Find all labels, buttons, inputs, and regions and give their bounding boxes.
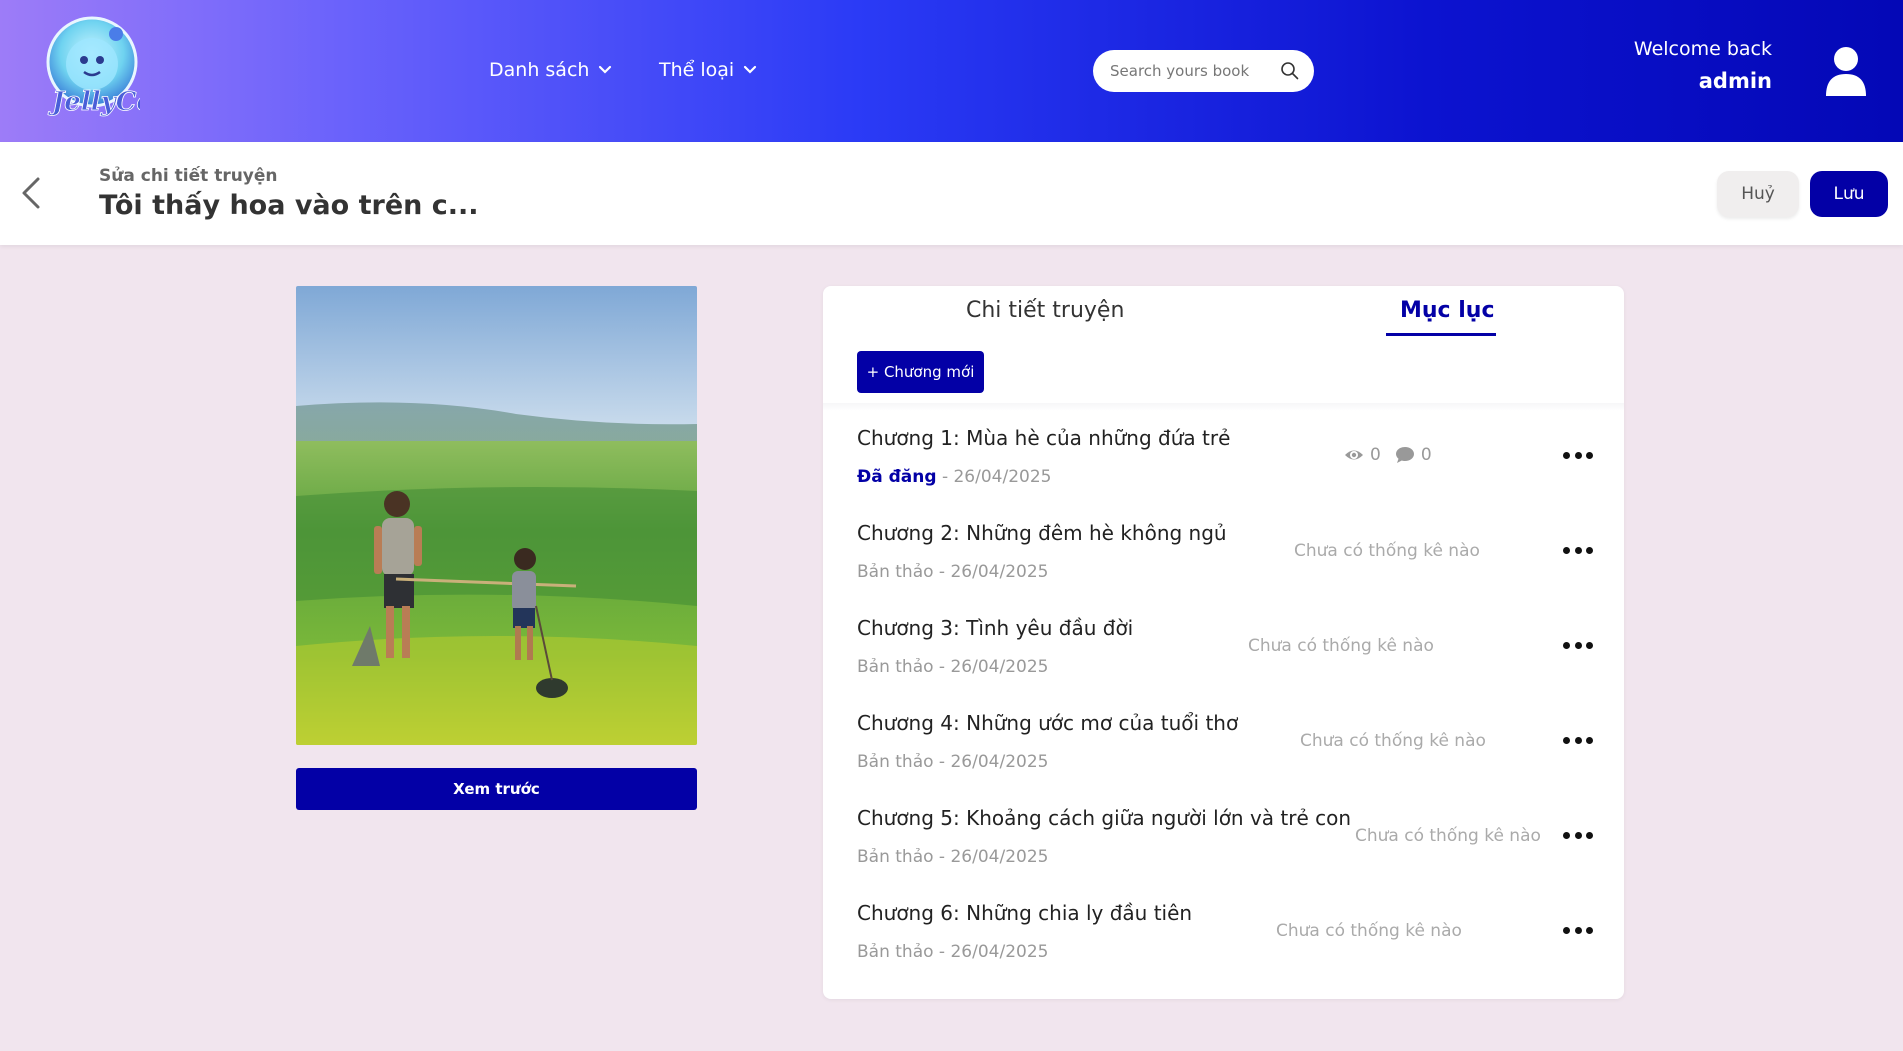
preview-button[interactable]: Xem trước xyxy=(296,768,697,810)
more-options-icon[interactable] xyxy=(1563,920,1593,940)
chapter-date: - 26/04/2025 xyxy=(936,467,1052,487)
chapter-no-stats: Chưa có thống kê nào xyxy=(1294,541,1480,561)
chapter-comments: 0 xyxy=(1420,445,1432,465)
svg-text:JellyCo: JellyCo xyxy=(47,87,140,117)
story-panel: Chi tiết truyện Mục lục + Chương mới Chư… xyxy=(823,286,1624,999)
welcome-block: Welcome back admin xyxy=(1634,38,1772,93)
chapter-row[interactable]: Chương 5: Khoảng cách giữa người lớn và … xyxy=(823,806,1624,901)
more-options-icon[interactable] xyxy=(1563,825,1593,845)
chapter-no-stats: Chưa có thống kê nào xyxy=(1248,636,1434,656)
comment-icon xyxy=(1395,447,1414,463)
more-options-icon[interactable] xyxy=(1563,635,1593,655)
chapter-date: - 26/04/2025 xyxy=(933,942,1049,962)
chapter-title[interactable]: Chương 5: Khoảng cách giữa người lớn và … xyxy=(857,806,1351,830)
chapter-date: - 26/04/2025 xyxy=(933,752,1049,772)
chapter-title[interactable]: Chương 3: Tình yêu đầu đời xyxy=(857,616,1133,640)
cancel-button[interactable]: Huỷ xyxy=(1717,171,1799,217)
chapter-no-stats: Chưa có thống kê nào xyxy=(1300,731,1486,751)
save-button[interactable]: Lưu xyxy=(1810,171,1888,217)
chapter-title[interactable]: Chương 1: Mùa hè của những đứa trẻ xyxy=(857,426,1230,450)
chapter-meta: Bản thảo - 26/04/2025 xyxy=(857,752,1048,772)
chapter-meta: Bản thảo - 26/04/2025 xyxy=(857,847,1048,867)
chapter-row[interactable]: Chương 2: Những đêm hè không ngủ Bản thả… xyxy=(823,521,1624,616)
chapter-status: Bản thảo xyxy=(857,942,934,962)
more-options-icon[interactable] xyxy=(1563,730,1593,750)
chapter-row[interactable]: Chương 1: Mùa hè của những đứa trẻ Đã đă… xyxy=(823,426,1624,521)
search-input[interactable] xyxy=(1110,62,1270,80)
active-tab-indicator xyxy=(1386,333,1496,336)
chapter-meta: Bản thảo - 26/04/2025 xyxy=(857,562,1048,582)
more-options-icon[interactable] xyxy=(1563,445,1593,465)
nav-danh-sach-label: Danh sách xyxy=(489,59,590,81)
chapter-meta: Bản thảo - 26/04/2025 xyxy=(857,657,1048,677)
chapter-title[interactable]: Chương 2: Những đêm hè không ngủ xyxy=(857,521,1227,545)
page-title: Tôi thấy hoa vào trên c... xyxy=(99,190,479,221)
chevron-down-icon xyxy=(599,65,612,74)
page-subtitle: Sửa chi tiết truyện xyxy=(99,166,278,186)
new-chapter-button[interactable]: + Chương mới xyxy=(857,351,984,393)
nav-the-loai[interactable]: Thể loại xyxy=(659,59,758,81)
search-bar xyxy=(1093,50,1314,92)
chapter-title[interactable]: Chương 6: Những chia ly đầu tiên xyxy=(857,901,1192,925)
chevron-down-icon xyxy=(744,65,757,74)
tab-muc-luc[interactable]: Mục lục xyxy=(1400,298,1495,323)
chapter-status: Bản thảo xyxy=(857,657,934,677)
more-options-icon[interactable] xyxy=(1563,540,1593,560)
logo-icon: JellyCo xyxy=(46,16,154,117)
jellyco-logo[interactable]: JellyCo xyxy=(44,14,154,120)
book-cover-image xyxy=(296,286,697,745)
nav-the-loai-label: Thể loại xyxy=(659,59,735,81)
chapter-row[interactable]: Chương 6: Những chia ly đầu tiên Bản thả… xyxy=(823,901,1624,996)
chapter-row[interactable]: Chương 4: Những ước mơ của tuổi thơ Bản … xyxy=(823,711,1624,806)
back-arrow-icon[interactable] xyxy=(18,175,44,211)
chapter-date: - 26/04/2025 xyxy=(933,657,1049,677)
user-avatar-icon[interactable] xyxy=(1824,46,1868,98)
chapter-date: - 26/04/2025 xyxy=(933,847,1049,867)
chapter-meta: Đã đăng - 26/04/2025 xyxy=(857,467,1051,487)
chapter-status: Bản thảo xyxy=(857,752,934,772)
chapter-no-stats: Chưa có thống kê nào xyxy=(1355,826,1541,846)
chapter-stats: 0 0 xyxy=(1344,445,1432,465)
panel-divider xyxy=(823,403,1624,411)
chapter-row[interactable]: Chương 3: Tình yêu đầu đời Bản thảo - 26… xyxy=(823,616,1624,711)
chapter-title[interactable]: Chương 4: Những ước mơ của tuổi thơ xyxy=(857,711,1238,735)
chapter-date: - 26/04/2025 xyxy=(933,562,1049,582)
welcome-text: Welcome back xyxy=(1633,38,1772,60)
top-navbar: JellyCo Danh sách Thể loại Welcome back … xyxy=(0,0,1903,142)
nav-danh-sach[interactable]: Danh sách xyxy=(489,59,613,81)
tab-chi-tiet-truyen[interactable]: Chi tiết truyện xyxy=(966,298,1124,323)
username: admin xyxy=(1698,69,1772,93)
chapter-status: Bản thảo xyxy=(857,847,934,867)
cover-illustration xyxy=(296,286,697,745)
chapter-views: 0 xyxy=(1370,445,1381,465)
chapter-no-stats: Chưa có thống kê nào xyxy=(1276,921,1462,941)
chapter-status: Đã đăng xyxy=(857,467,937,487)
chapter-meta: Bản thảo - 26/04/2025 xyxy=(857,942,1048,962)
chapter-status: Bản thảo xyxy=(857,562,934,582)
eye-icon xyxy=(1345,450,1363,460)
search-icon[interactable] xyxy=(1280,61,1300,81)
edit-header: Sửa chi tiết truyện Tôi thấy hoa vào trê… xyxy=(0,142,1903,245)
